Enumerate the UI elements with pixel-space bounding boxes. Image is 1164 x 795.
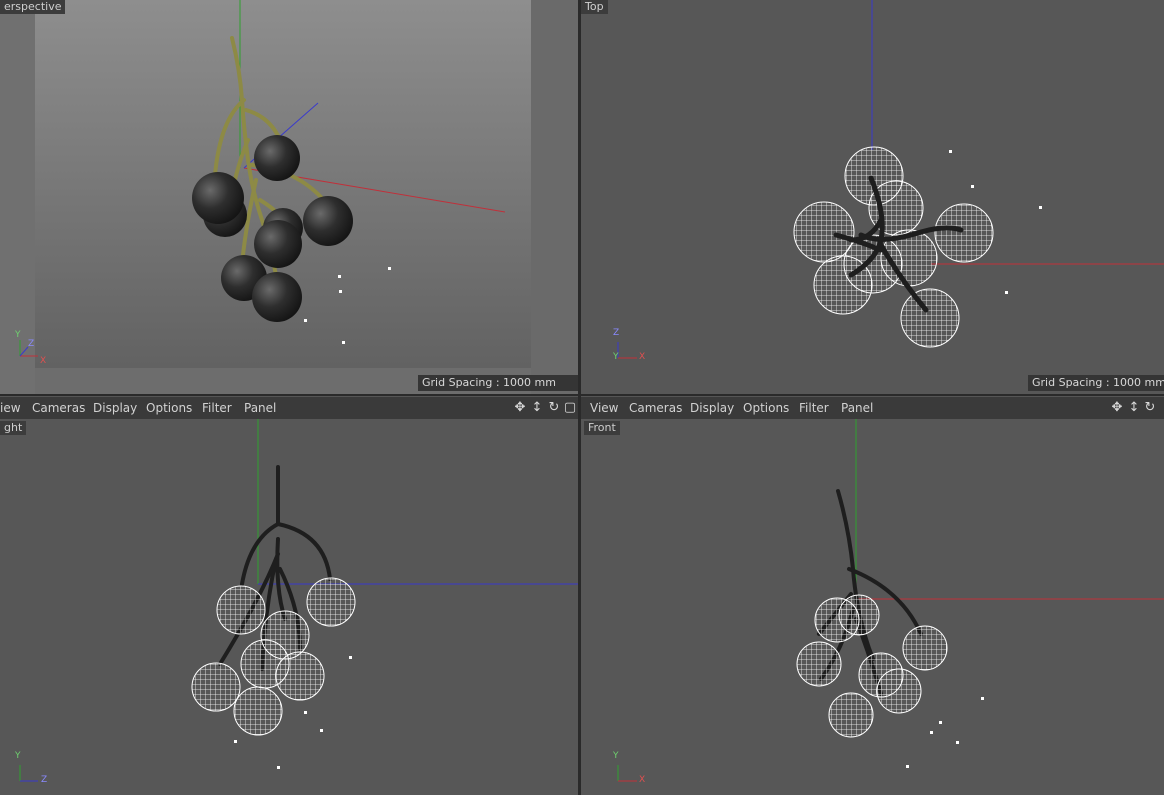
rotate-icon[interactable]: ↻ (1143, 401, 1157, 415)
axis-label-y: Y (613, 751, 619, 761)
right-scene (0, 419, 578, 795)
move-icon[interactable]: ✥ (1110, 401, 1124, 415)
viewport-label-perspective[interactable]: erspective (0, 0, 66, 14)
viewport-front[interactable]: Front Y X (581, 419, 1164, 795)
axis-label-y: Y (15, 330, 21, 340)
scale-icon[interactable]: ↕ (1127, 401, 1141, 415)
rotate-icon[interactable]: ↻ (547, 401, 561, 415)
menu-options[interactable]: Options (743, 400, 789, 416)
viewport-right[interactable]: ght Y Z (0, 419, 578, 795)
axis-label-x: X (639, 352, 646, 362)
menu-cameras[interactable]: Cameras (32, 400, 85, 416)
viewport-label-right[interactable]: ght (0, 421, 27, 435)
menubar-right-view: iew Cameras Display Options Filter Panel… (0, 396, 578, 420)
axis-label-y: Y (613, 352, 619, 362)
menu-panel[interactable]: Panel (841, 400, 873, 416)
viewport-divider-horizontal[interactable] (0, 394, 1164, 396)
menu-cameras[interactable]: Cameras (629, 400, 682, 416)
axis-label-z: Z (613, 328, 620, 338)
move-icon[interactable]: ✥ (513, 401, 527, 415)
menu-display[interactable]: Display (690, 400, 734, 416)
viewport-label-front[interactable]: Front (584, 421, 620, 435)
menu-filter[interactable]: Filter (799, 400, 829, 416)
viewport-top[interactable]: Top Z Y X Grid Spacing : 1000 mm (581, 0, 1164, 394)
scale-icon[interactable]: ↕ (530, 401, 544, 415)
viewport-perspective[interactable]: erspective Y Z X Grid Spacing : 1000 mm (0, 0, 578, 394)
viewport-label-top[interactable]: Top (581, 0, 608, 14)
grid-spacing-perspective: Grid Spacing : 1000 mm (418, 375, 578, 391)
menu-display[interactable]: Display (93, 400, 137, 416)
menu-filter[interactable]: Filter (202, 400, 232, 416)
axis-label-z: Z (41, 775, 48, 785)
menu-options[interactable]: Options (146, 400, 192, 416)
menu-view[interactable]: View (590, 400, 618, 416)
menu-view[interactable]: iew (0, 400, 21, 416)
axis-label-x: X (40, 356, 47, 366)
grid-spacing-top: Grid Spacing : 1000 mm (1028, 375, 1164, 391)
menubar-front-view: View Cameras Display Options Filter Pane… (581, 396, 1164, 420)
viewport-divider-vertical[interactable] (578, 0, 581, 795)
menu-panel[interactable]: Panel (244, 400, 276, 416)
axis-label-y: Y (15, 751, 21, 761)
axis-label-z: Z (28, 339, 35, 349)
maximize-icon[interactable]: ▢ (563, 401, 577, 415)
front-scene (581, 419, 1164, 795)
axis-label-x: X (639, 775, 646, 785)
perspective-scene (0, 0, 578, 394)
top-scene (581, 0, 1164, 394)
